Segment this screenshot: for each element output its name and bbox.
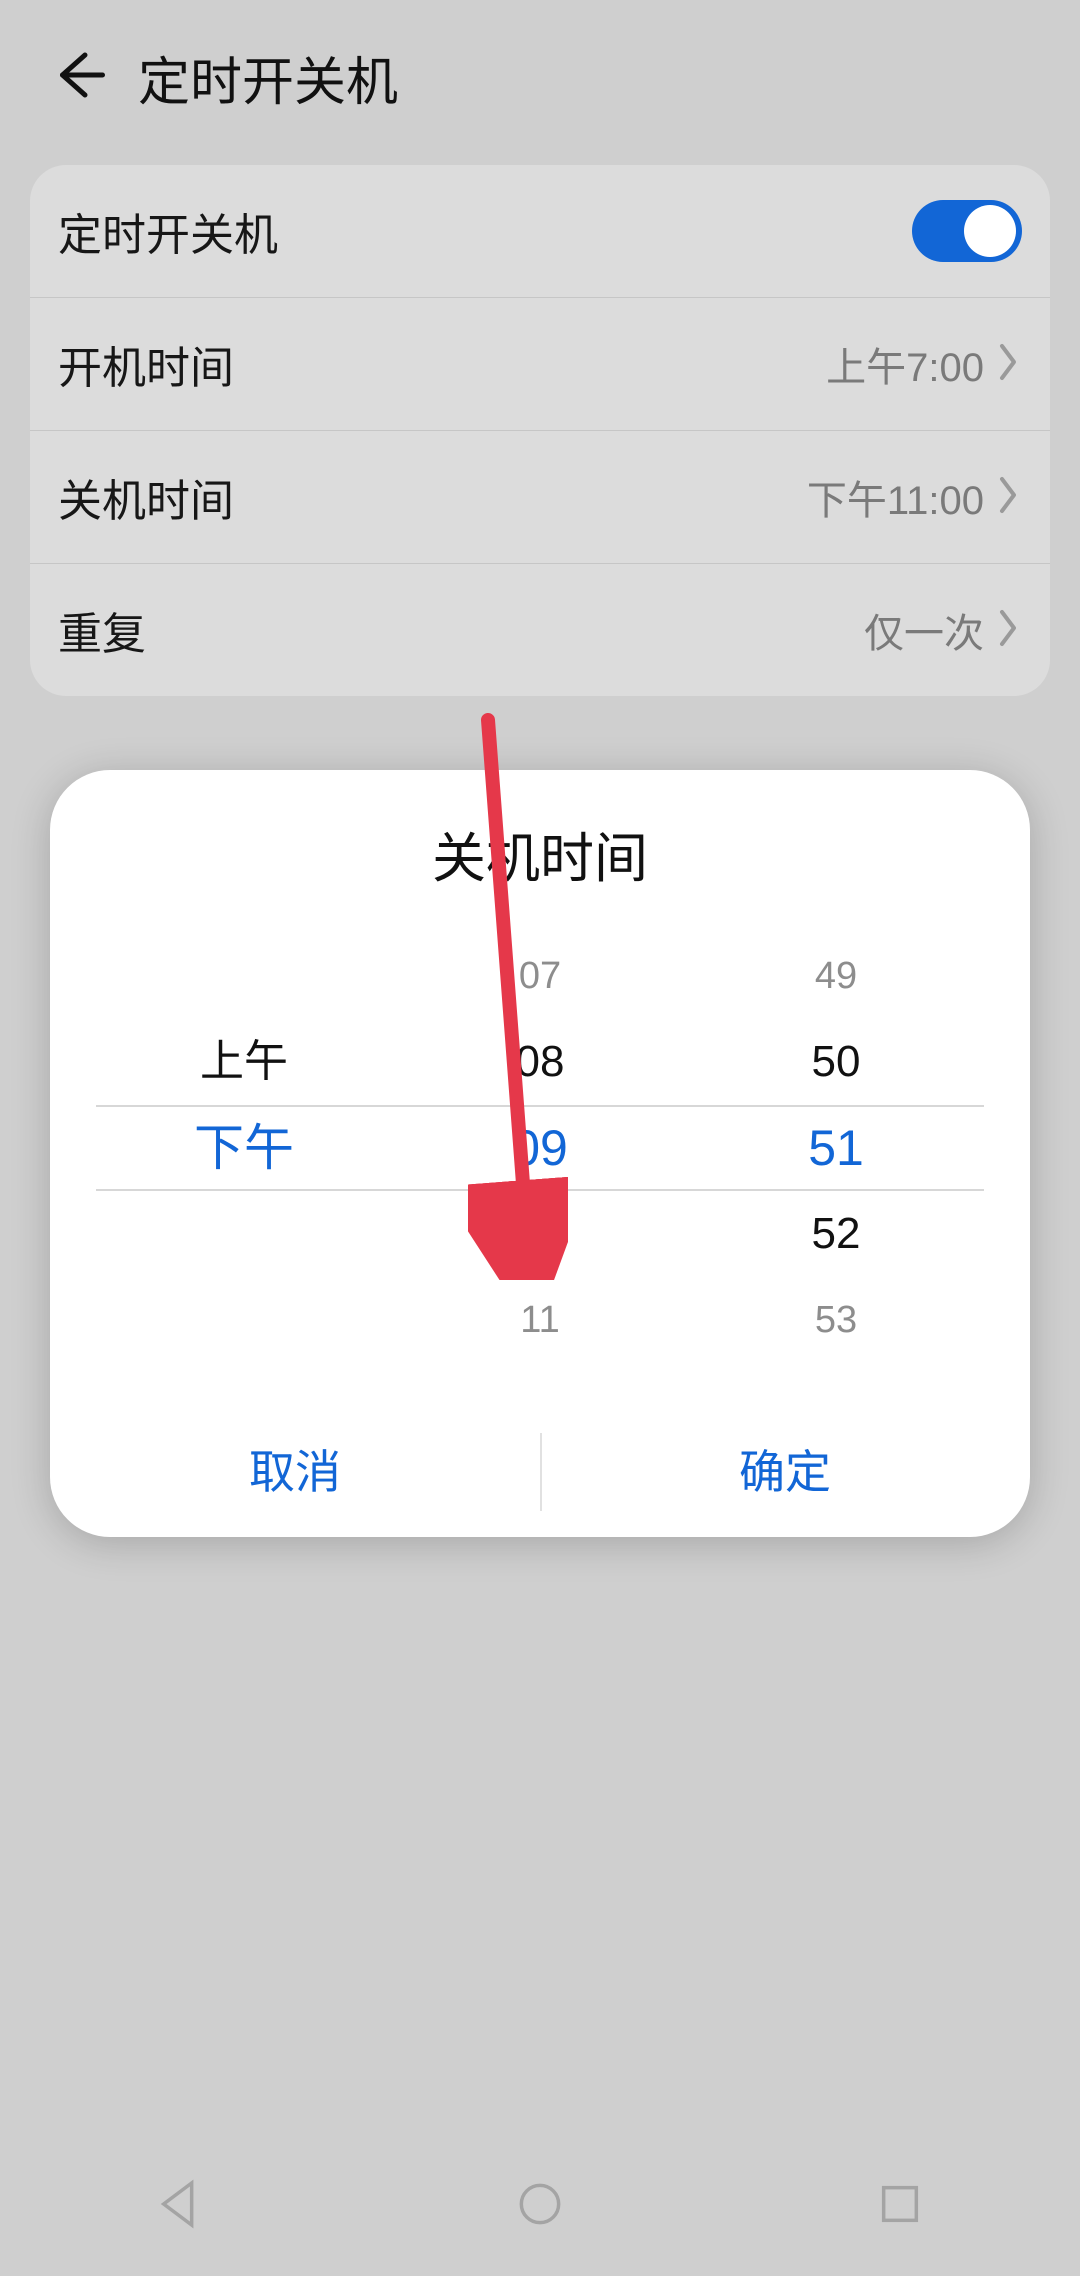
time-picker: 上午 下午 07 08 09 10 11 49 50 51 52 53 bbox=[50, 933, 1030, 1363]
picker-item: 49 bbox=[688, 933, 984, 1019]
picker-item-selected: 下午 bbox=[96, 1105, 392, 1191]
row-label: 开机时间 bbox=[58, 332, 234, 396]
toggle-row: 定时开关机 bbox=[30, 165, 1050, 298]
time-picker-modal: 关机时间 上午 下午 07 08 09 10 11 49 50 51 52 53… bbox=[50, 770, 1030, 1537]
nav-home-icon[interactable] bbox=[512, 2176, 568, 2237]
toggle-label: 定时开关机 bbox=[58, 199, 278, 263]
picker-item-selected: 51 bbox=[688, 1105, 984, 1191]
modal-buttons: 取消 确定 bbox=[50, 1407, 1030, 1537]
picker-item: 53 bbox=[688, 1277, 984, 1363]
picker-item-selected: 09 bbox=[392, 1105, 688, 1191]
row-value: 上午7:00 bbox=[826, 335, 984, 393]
nav-back-icon[interactable] bbox=[152, 2176, 208, 2237]
picker-item: 11 bbox=[392, 1277, 688, 1363]
ampm-column[interactable]: 上午 下午 bbox=[96, 933, 392, 1363]
poweroff-time-row[interactable]: 关机时间 下午11:00 bbox=[30, 431, 1050, 564]
chevron-right-icon bbox=[994, 608, 1022, 653]
picker-item: 50 bbox=[688, 1019, 984, 1105]
picker-item: 上午 bbox=[96, 1019, 392, 1105]
repeat-row[interactable]: 重复 仅一次 bbox=[30, 564, 1050, 696]
picker-item: 07 bbox=[392, 933, 688, 1019]
confirm-button[interactable]: 确定 bbox=[540, 1407, 1030, 1537]
settings-card: 定时开关机 开机时间 上午7:00 关机时间 下午11:00 重复 仅一次 bbox=[30, 165, 1050, 696]
row-value: 下午11:00 bbox=[807, 468, 984, 526]
row-value: 仅一次 bbox=[864, 601, 984, 659]
row-label: 关机时间 bbox=[58, 465, 234, 529]
nav-recent-icon[interactable] bbox=[872, 2176, 928, 2237]
minute-column[interactable]: 49 50 51 52 53 bbox=[688, 933, 984, 1363]
schedule-toggle[interactable] bbox=[912, 200, 1022, 262]
row-label: 重复 bbox=[58, 598, 146, 662]
cancel-button[interactable]: 取消 bbox=[50, 1407, 540, 1537]
chevron-right-icon bbox=[994, 342, 1022, 387]
modal-title: 关机时间 bbox=[50, 814, 1030, 893]
back-icon[interactable] bbox=[50, 45, 110, 110]
picker-item: 10 bbox=[392, 1191, 688, 1277]
picker-item: 52 bbox=[688, 1191, 984, 1277]
system-navbar bbox=[0, 2136, 1080, 2276]
picker-item: 08 bbox=[392, 1019, 688, 1105]
page-title: 定时开关机 bbox=[138, 40, 398, 115]
hour-column[interactable]: 07 08 09 10 11 bbox=[392, 933, 688, 1363]
poweron-time-row[interactable]: 开机时间 上午7:00 bbox=[30, 298, 1050, 431]
chevron-right-icon bbox=[994, 475, 1022, 520]
app-header: 定时开关机 bbox=[0, 0, 1080, 145]
